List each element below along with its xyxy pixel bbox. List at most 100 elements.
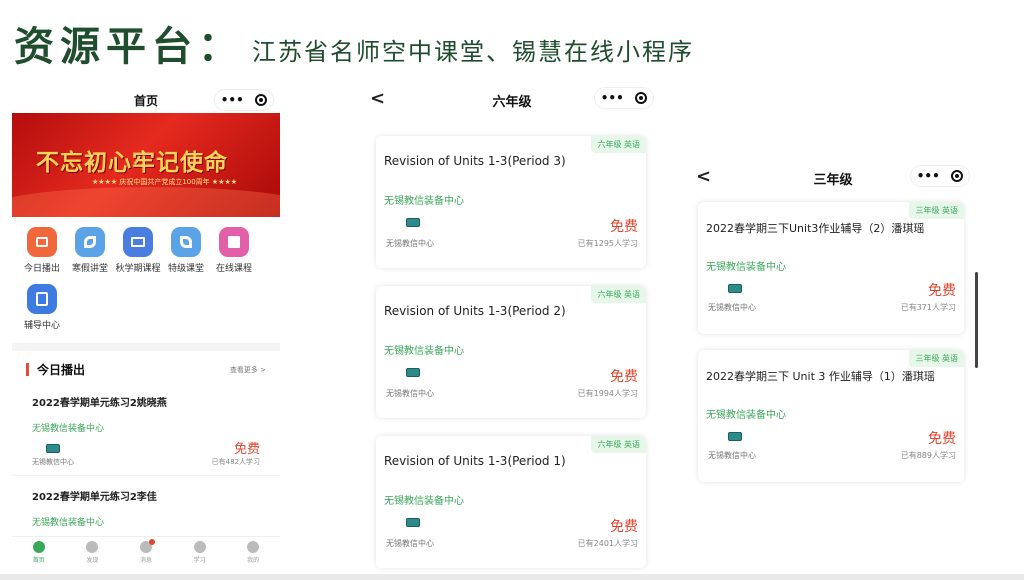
- org-name: 无锡教信中心: [386, 389, 434, 398]
- scrollbar-thumb[interactable]: [975, 272, 978, 368]
- nav-title: 首页: [133, 93, 158, 108]
- org-name: 无锡教信中心: [386, 239, 434, 248]
- course-title: Revision of Units 1-3(Period 2): [384, 304, 566, 318]
- banner-subline: ★★★★ 庆祝中国共产党成立100周年 ★★★★: [92, 178, 238, 186]
- course-item[interactable]: 2022春学期单元练习2姚晓燕 无锡教信装备中心 无锡教信中心 免费 已有482…: [12, 382, 280, 476]
- back-icon[interactable]: <: [696, 166, 711, 187]
- tab-label: 首页: [32, 557, 45, 564]
- category-tutoring-center[interactable]: 辅导中心: [18, 284, 66, 331]
- category-today-broadcast[interactable]: 今日播出: [18, 227, 66, 274]
- learner-count: 已有371人学习: [900, 303, 956, 312]
- org-name: 无锡教信中心: [386, 539, 434, 548]
- tutor-icon: [27, 284, 57, 314]
- tab-messages[interactable]: 消息: [126, 539, 166, 564]
- tab-label: 学习: [193, 557, 206, 564]
- back-icon[interactable]: <: [370, 88, 385, 109]
- course-title: 2022春学期三下Unit3作业辅导（2）潘琪瑶: [706, 222, 925, 235]
- course-card[interactable]: 六年级 英语 Revision of Units 1-3(Period 1) 无…: [376, 436, 646, 568]
- course-price: 免费: [928, 431, 956, 447]
- course-provider: 无锡教信装备中心: [32, 424, 105, 434]
- tab-discover[interactable]: 发现: [72, 541, 112, 564]
- tab-profile[interactable]: 我的: [233, 541, 273, 564]
- course-title: 2022春学期单元练习2李佳: [32, 492, 157, 503]
- course-card[interactable]: 三年级 英语 2022春学期三下Unit3作业辅导（2）潘琪瑶 无锡教信装备中心…: [698, 202, 964, 334]
- tab-label: 消息: [139, 557, 152, 564]
- slide-bottom-edge: [0, 574, 1024, 580]
- course-title: Revision of Units 1-3(Period 1): [384, 454, 566, 468]
- close-miniprogram-icon[interactable]: [255, 94, 268, 106]
- grade6-screen: < 六年级 ••• 六年级 英语 Revision of Units 1-3(P…: [364, 86, 660, 570]
- learner-count: 已有889人学习: [900, 451, 956, 460]
- user-icon: [247, 541, 260, 553]
- compass-icon: [86, 541, 99, 553]
- tab-label: 发现: [86, 557, 99, 564]
- org-logo-icon: [406, 518, 420, 527]
- category-online-courses[interactable]: 在线课程: [210, 227, 258, 274]
- course-provider: 无锡教信装备中心: [384, 346, 464, 357]
- course-title: 2022春学期单元练习2姚晓燕: [32, 398, 167, 409]
- miniprogram-capsule: •••: [214, 89, 274, 111]
- org-logo-icon: [728, 284, 742, 293]
- category-label: 寒假讲堂: [71, 264, 108, 274]
- grade-subject-tag: 六年级 英语: [591, 286, 646, 303]
- learner-count: 已有1295人学习: [577, 239, 638, 248]
- book-icon: [219, 227, 249, 257]
- play-icon: [27, 227, 57, 257]
- pinwheel-icon: [75, 227, 105, 257]
- course-title: Revision of Units 1-3(Period 3): [384, 154, 566, 168]
- close-miniprogram-icon[interactable]: [951, 170, 964, 182]
- course-provider: 无锡教信装备中心: [706, 262, 786, 273]
- home-icon: [32, 541, 45, 553]
- learner-count: 已有2401人学习: [577, 539, 638, 548]
- course-price: 免费: [610, 519, 638, 535]
- view-more-link[interactable]: 查看更多 >: [230, 365, 266, 375]
- org-logo-icon: [406, 218, 420, 227]
- grade3-screen: < 三年级 ••• 三年级 英语 2022春学期三下Unit3作业辅导（2）潘琪…: [690, 164, 976, 494]
- course-meta-row: 无锡教信中心 免费 已有482人学习: [32, 438, 260, 467]
- more-menu-icon[interactable]: •••: [601, 92, 624, 104]
- book-icon: [193, 541, 206, 553]
- home-screen: 首页 ••• 不忘初心牢记使命 ★★★★ 庆祝中国共产党成立100周年 ★★★★…: [12, 88, 280, 568]
- learner-count: 已有482人学习: [211, 458, 260, 466]
- course-price: 免费: [928, 283, 956, 299]
- more-menu-icon[interactable]: •••: [917, 170, 940, 182]
- today-section-header: 今日播出 查看更多 >: [12, 351, 280, 382]
- course-provider: 无锡教信装备中心: [384, 496, 464, 507]
- org-name: 无锡教信中心: [708, 303, 756, 312]
- slide-title-block: 资源平台： 江苏省名师空中课堂、锡慧在线小程序: [14, 14, 694, 70]
- screen-icon: [123, 227, 153, 257]
- hero-banner[interactable]: 不忘初心牢记使命 ★★★★ 庆祝中国共产党成立100周年 ★★★★: [12, 113, 280, 217]
- category-autumn-courses[interactable]: 秋学期课程: [114, 227, 162, 274]
- home-navbar: 首页 •••: [12, 88, 280, 112]
- grade-subject-tag: 三年级 英语: [909, 202, 964, 219]
- category-label: 在线课程: [215, 264, 252, 274]
- section-title: 今日播出: [37, 363, 86, 377]
- pinwheel-icon: [171, 227, 201, 257]
- section-divider: [12, 343, 280, 351]
- category-grid: 今日播出 寒假讲堂 秋学期课程 特级课堂 在线课程 辅导中心: [12, 217, 280, 341]
- section-accent-bar: [26, 363, 29, 376]
- grade-subject-tag: 三年级 英语: [909, 350, 964, 367]
- org-logo-icon: [406, 368, 420, 377]
- tab-home[interactable]: 首页: [19, 541, 59, 564]
- course-card[interactable]: 六年级 英语 Revision of Units 1-3(Period 2) 无…: [376, 286, 646, 418]
- slide-subtitle: 江苏省名师空中课堂、锡慧在线小程序: [252, 38, 694, 66]
- category-label: 秋学期课程: [115, 264, 161, 274]
- more-menu-icon[interactable]: •••: [221, 94, 244, 106]
- learner-count: 已有1994人学习: [577, 389, 638, 398]
- course-provider: 无锡教信装备中心: [384, 196, 464, 207]
- course-item[interactable]: 2022春学期单元练习2李佳 无锡教信装备中心: [12, 476, 280, 536]
- nav-title: 三年级: [813, 172, 853, 188]
- category-master-class[interactable]: 特级课堂: [162, 227, 210, 274]
- org-logo-icon: [728, 432, 742, 441]
- course-price: 免费: [233, 442, 260, 457]
- course-card[interactable]: 三年级 英语 2022春学期三下 Unit 3 作业辅导（1）潘琪瑶 无锡教信装…: [698, 350, 964, 482]
- tab-label: 我的: [247, 557, 260, 564]
- category-label: 特级课堂: [167, 264, 204, 274]
- category-winter-lecture[interactable]: 寒假讲堂: [66, 227, 114, 274]
- grade-subject-tag: 六年级 英语: [591, 136, 646, 153]
- tab-study[interactable]: 学习: [180, 541, 220, 564]
- close-miniprogram-icon[interactable]: [635, 92, 648, 104]
- course-card[interactable]: 六年级 英语 Revision of Units 1-3(Period 3) 无…: [376, 136, 646, 268]
- category-label: 今日播出: [23, 264, 60, 274]
